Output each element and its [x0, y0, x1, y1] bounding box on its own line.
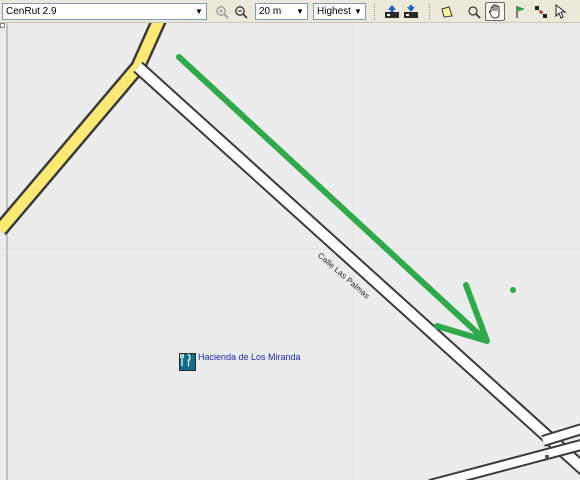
receive-from-device-icon[interactable] [401, 2, 421, 21]
restaurant-icon[interactable] [179, 353, 196, 371]
lower-street-casing [428, 439, 580, 480]
zoom-out-icon[interactable] [231, 2, 251, 21]
scale-select[interactable]: 20 m ▼ [255, 3, 308, 20]
pointer-icon[interactable] [550, 2, 570, 21]
map-roads [0, 23, 580, 480]
select-map-icon[interactable] [437, 2, 457, 21]
poi-marker[interactable]: Hacienda de Los Miranda [179, 352, 301, 371]
scale-value: 20 m [259, 6, 282, 17]
chevron-down-icon[interactable]: ▼ [192, 4, 206, 19]
detail-value: Highest [317, 6, 351, 17]
annotation-arrow-shaft [176, 54, 487, 342]
pan-tool-icon[interactable] [485, 2, 505, 21]
route-tool-icon[interactable] [531, 2, 551, 21]
annotation-dot [510, 287, 516, 293]
poi-label[interactable]: Hacienda de Los Miranda [198, 352, 301, 362]
chevron-down-icon[interactable]: ▼ [351, 4, 365, 19]
map-canvas[interactable]: Calle Las Palmas Hacienda de Los Miranda [0, 23, 580, 480]
map-product-value: CenRut 2.9 [6, 6, 57, 17]
detail-select[interactable]: Highest ▼ [313, 3, 366, 20]
zoom-in-icon[interactable] [212, 2, 232, 21]
intersection-marker [545, 455, 549, 459]
chevron-down-icon[interactable]: ▼ [293, 4, 307, 19]
zoom-tool-icon[interactable] [464, 2, 484, 21]
send-to-device-icon[interactable] [382, 2, 402, 21]
map-toolbar: CenRut 2.9 ▼ 20 m ▼ Highest ▼ [0, 0, 580, 23]
map-product-select[interactable]: CenRut 2.9 ▼ [2, 3, 207, 20]
toolbar-separator [429, 3, 430, 20]
map-corner-handle [0, 23, 5, 28]
waypoint-flag-icon[interactable] [511, 2, 531, 21]
toolbar-separator [374, 3, 375, 20]
